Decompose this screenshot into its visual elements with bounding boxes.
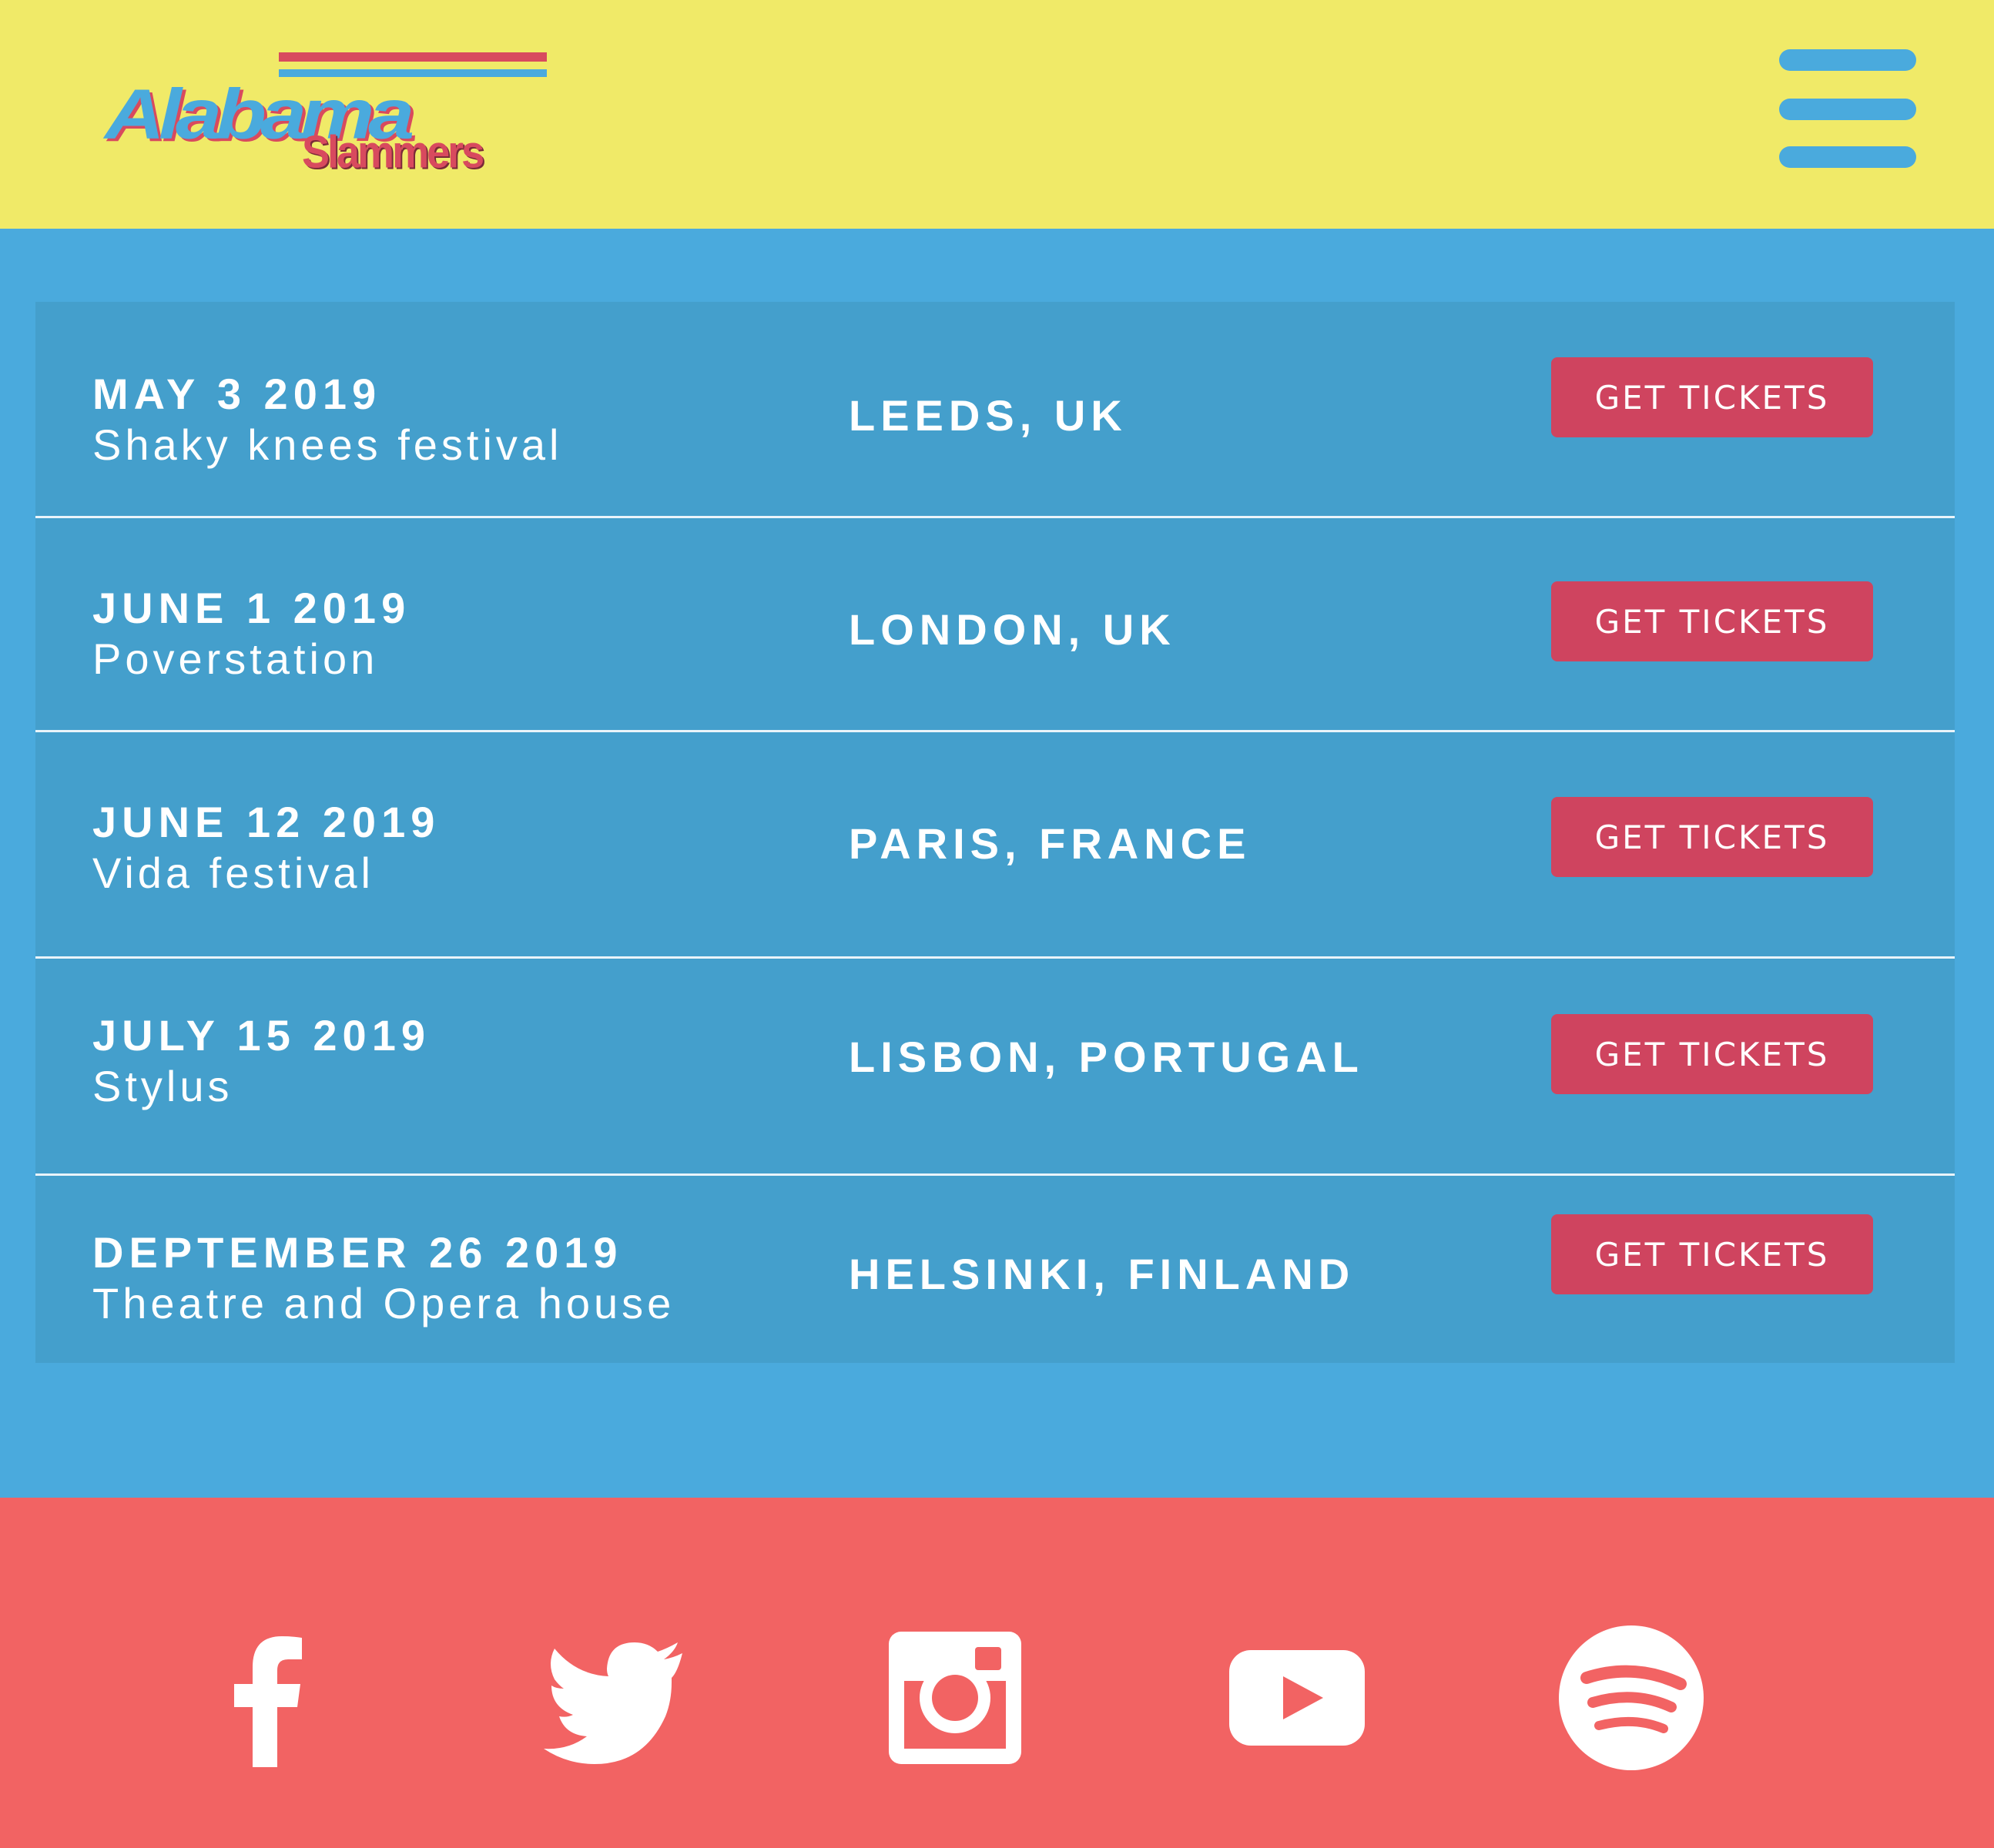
event-date: DEPTEMBER 26 2019	[92, 1228, 623, 1277]
facebook-icon[interactable]	[191, 1621, 345, 1775]
get-tickets-button[interactable]: GET TICKETS	[1551, 797, 1873, 877]
event-row: JULY 15 2019 Stylus LISBON, PORTUGAL GET…	[35, 959, 1955, 1173]
event-row: JUNE 1 2019 Poverstation LONDON, UK GET …	[35, 518, 1955, 730]
menu-bar-bottom	[1779, 146, 1916, 168]
event-venue: Vida festival	[92, 849, 374, 897]
event-date: JUNE 12 2019	[92, 798, 441, 846]
site-footer	[0, 1498, 1994, 1848]
event-city: LISBON, PORTUGAL	[849, 1033, 1364, 1081]
get-tickets-button[interactable]: GET TICKETS	[1551, 581, 1873, 661]
event-row: MAY 3 2019 Shaky knees festival LEEDS, U…	[35, 302, 1955, 516]
site-header: Alabama Slammers	[0, 0, 1994, 229]
menu-bar-middle	[1779, 99, 1916, 120]
hamburger-menu-icon[interactable]	[1779, 49, 1918, 172]
event-date: JULY 15 2019	[92, 1011, 431, 1060]
event-city: PARIS, FRANCE	[849, 819, 1252, 868]
event-city: LEEDS, UK	[849, 391, 1128, 440]
logo-stripe-red	[279, 52, 547, 62]
tour-dates-list: MAY 3 2019 Shaky knees festival LEEDS, U…	[35, 302, 1955, 1363]
instagram-icon[interactable]	[878, 1621, 1032, 1775]
event-venue: Poverstation	[92, 634, 379, 683]
event-city: LONDON, UK	[849, 605, 1176, 654]
event-venue: Shaky knees festival	[92, 420, 563, 469]
get-tickets-button[interactable]: GET TICKETS	[1551, 1014, 1873, 1094]
youtube-icon[interactable]	[1220, 1621, 1374, 1775]
get-tickets-button[interactable]: GET TICKETS	[1551, 1214, 1873, 1294]
event-date: MAY 3 2019	[92, 370, 382, 418]
tour-section: MAY 3 2019 Shaky knees festival LEEDS, U…	[0, 229, 1994, 1498]
event-date: JUNE 1 2019	[92, 584, 411, 632]
logo-sub-text: Slammers	[302, 126, 484, 178]
get-tickets-button[interactable]: GET TICKETS	[1551, 357, 1873, 437]
event-row: JUNE 12 2019 Vida festival PARIS, FRANCE…	[35, 732, 1955, 956]
band-logo[interactable]: Alabama Slammers	[102, 45, 547, 176]
event-city: HELSINKI, FINLAND	[849, 1250, 1356, 1298]
spotify-icon[interactable]	[1554, 1621, 1708, 1775]
event-venue: Stylus	[92, 1062, 233, 1110]
event-venue: Theatre and Opera house	[92, 1279, 675, 1327]
menu-bar-top	[1779, 49, 1916, 71]
event-row: DEPTEMBER 26 2019 Theatre and Opera hous…	[35, 1176, 1955, 1363]
twitter-icon[interactable]	[536, 1621, 690, 1775]
